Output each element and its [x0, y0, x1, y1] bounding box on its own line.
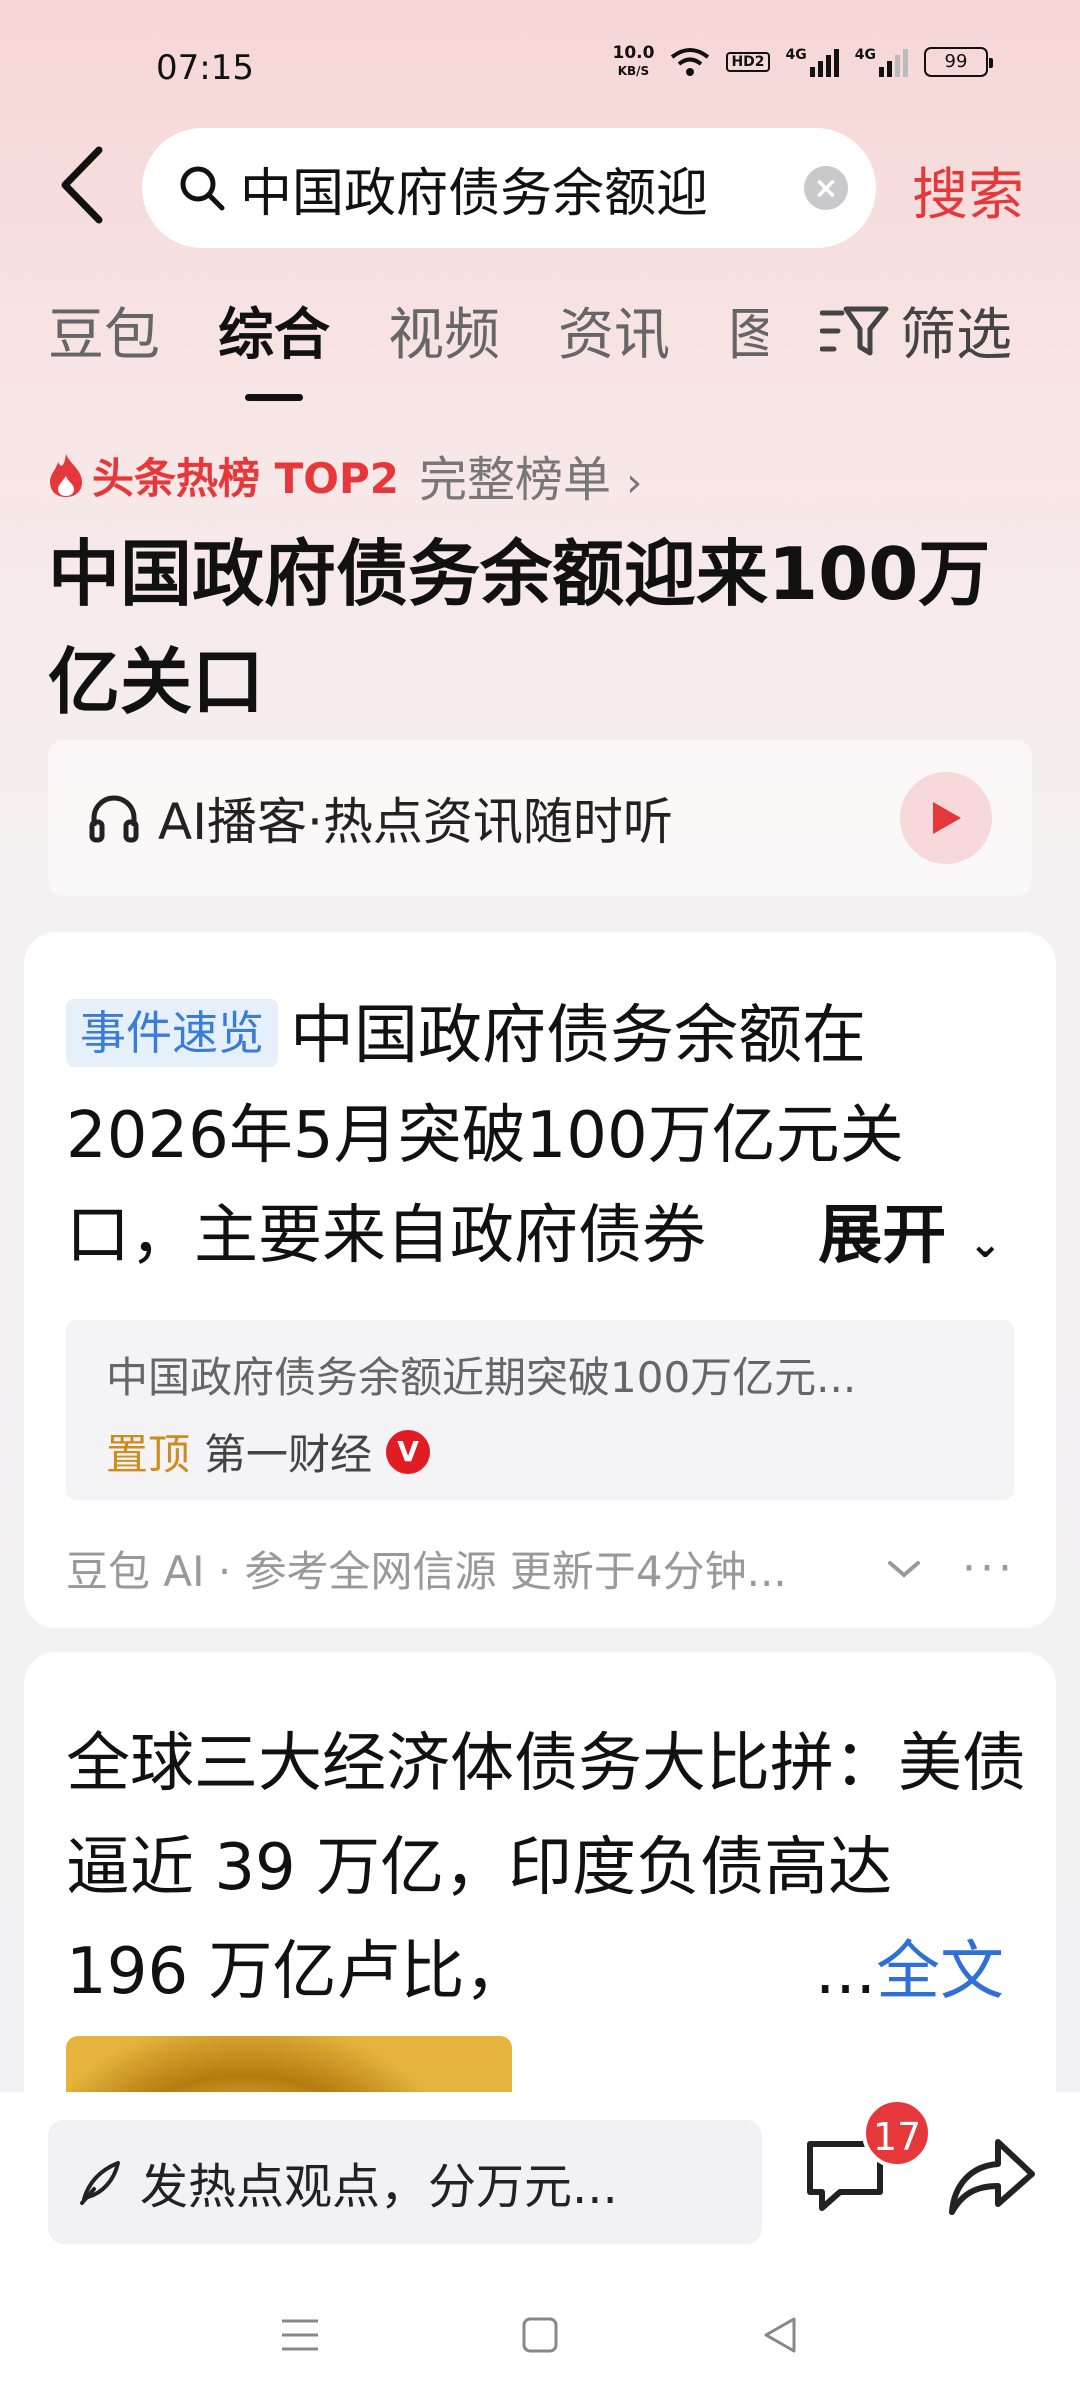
verified-icon: V: [386, 1429, 431, 1474]
event-summary-card[interactable]: 事件速览 中国政府债务余额在2026年5月突破100万亿元关口，主要来自政府债券 …: [24, 932, 1056, 1628]
menu-icon[interactable]: [280, 2317, 320, 2353]
comment-placeholder: 发热点观点，分万元...: [140, 2159, 618, 2215]
search-icon: [180, 166, 225, 211]
flame-icon: [50, 454, 82, 497]
share-icon: [949, 2139, 1035, 2215]
tab-images[interactable]: 图: [728, 290, 768, 371]
back-button[interactable]: [46, 140, 116, 230]
filter-icon: [820, 306, 889, 355]
close-icon: ×: [813, 170, 839, 206]
source-meta: 置顶 第一财经 V: [106, 1421, 974, 1482]
ai-source-note: 豆包 AI · 参考全网信源 更新于4分钟...: [66, 1547, 787, 1596]
clear-search-button[interactable]: ×: [804, 166, 848, 210]
tab-doubao[interactable]: 豆包: [48, 290, 160, 371]
battery-icon: 99: [924, 47, 993, 77]
system-nav-bar: [0, 2270, 1080, 2400]
headphones-icon: [89, 795, 139, 843]
podcast-label: AI播客·热点资讯随时听: [158, 793, 673, 851]
share-button[interactable]: [946, 2134, 1038, 2220]
chevron-down-icon: ⌄: [968, 1221, 1002, 1267]
play-icon: [933, 802, 961, 834]
status-icons: 10.0 KB/S HD2 4G 4G 99: [612, 43, 993, 80]
status-time: 07:15: [156, 48, 254, 88]
filter-button[interactable]: 筛选: [820, 290, 1012, 371]
event-tag: 事件速览: [66, 999, 278, 1067]
hot-rank-row[interactable]: 头条热榜 TOP2 完整榜单 ›: [48, 440, 642, 510]
signal-icon-2: 4G: [855, 47, 908, 77]
home-icon[interactable]: [520, 2315, 560, 2355]
hd-voice-icon: HD2: [726, 52, 770, 72]
pen-icon: [80, 2161, 120, 2205]
net-speed: 10.0 KB/S: [612, 43, 655, 78]
comment-input[interactable]: 发热点观点，分万元...: [48, 2120, 762, 2244]
search-submit-button[interactable]: 搜索: [912, 150, 1024, 231]
tab-comprehensive[interactable]: 综合: [218, 290, 330, 371]
chevron-right-icon: ›: [626, 460, 643, 506]
hot-topic-title[interactable]: 中国政府债务余额迎来100万亿关口: [48, 520, 1038, 736]
result-tabs: 豆包 综合 视频 资讯 图: [48, 290, 768, 371]
back-nav-icon[interactable]: [760, 2315, 800, 2355]
source-snippet: 中国政府债务余额近期突破100万亿元...: [106, 1353, 857, 1402]
pinned-label: 置顶: [106, 1430, 191, 1479]
search-query[interactable]: 中国政府债务余额迎: [240, 151, 804, 226]
expand-button[interactable]: 展开 ⌄: [768, 1186, 1002, 1294]
signal-icon-1: 4G: [786, 47, 839, 77]
more-options-icon[interactable]: ···: [962, 1543, 1016, 1594]
podcast-play-button[interactable]: [900, 772, 992, 864]
card-footer: 豆包 AI · 参考全网信源 更新于4分钟... ···: [66, 1538, 1016, 1599]
source-box[interactable]: 中国政府债务余额近期突破100万亿元... 置顶 第一财经 V: [66, 1320, 1014, 1500]
chevron-down-icon[interactable]: [886, 1557, 922, 1581]
wifi-icon: [671, 48, 710, 76]
filter-label: 筛选: [900, 303, 1012, 368]
tab-video[interactable]: 视频: [388, 290, 500, 371]
search-input[interactable]: 中国政府债务余额迎 ×: [142, 128, 876, 248]
full-text-link[interactable]: ...全文: [784, 1920, 1004, 2024]
comment-count-badge: 17: [862, 2098, 932, 2168]
full-list-link[interactable]: 完整榜单 ›: [419, 440, 642, 510]
hot-rank-badge: 头条热榜 TOP2: [48, 445, 399, 506]
chevron-left-icon: [61, 146, 103, 224]
ai-podcast-bar[interactable]: AI播客·热点资讯随时听: [48, 740, 1032, 896]
source-name: 第一财经: [204, 1430, 373, 1479]
tab-news[interactable]: 资讯: [558, 290, 670, 371]
